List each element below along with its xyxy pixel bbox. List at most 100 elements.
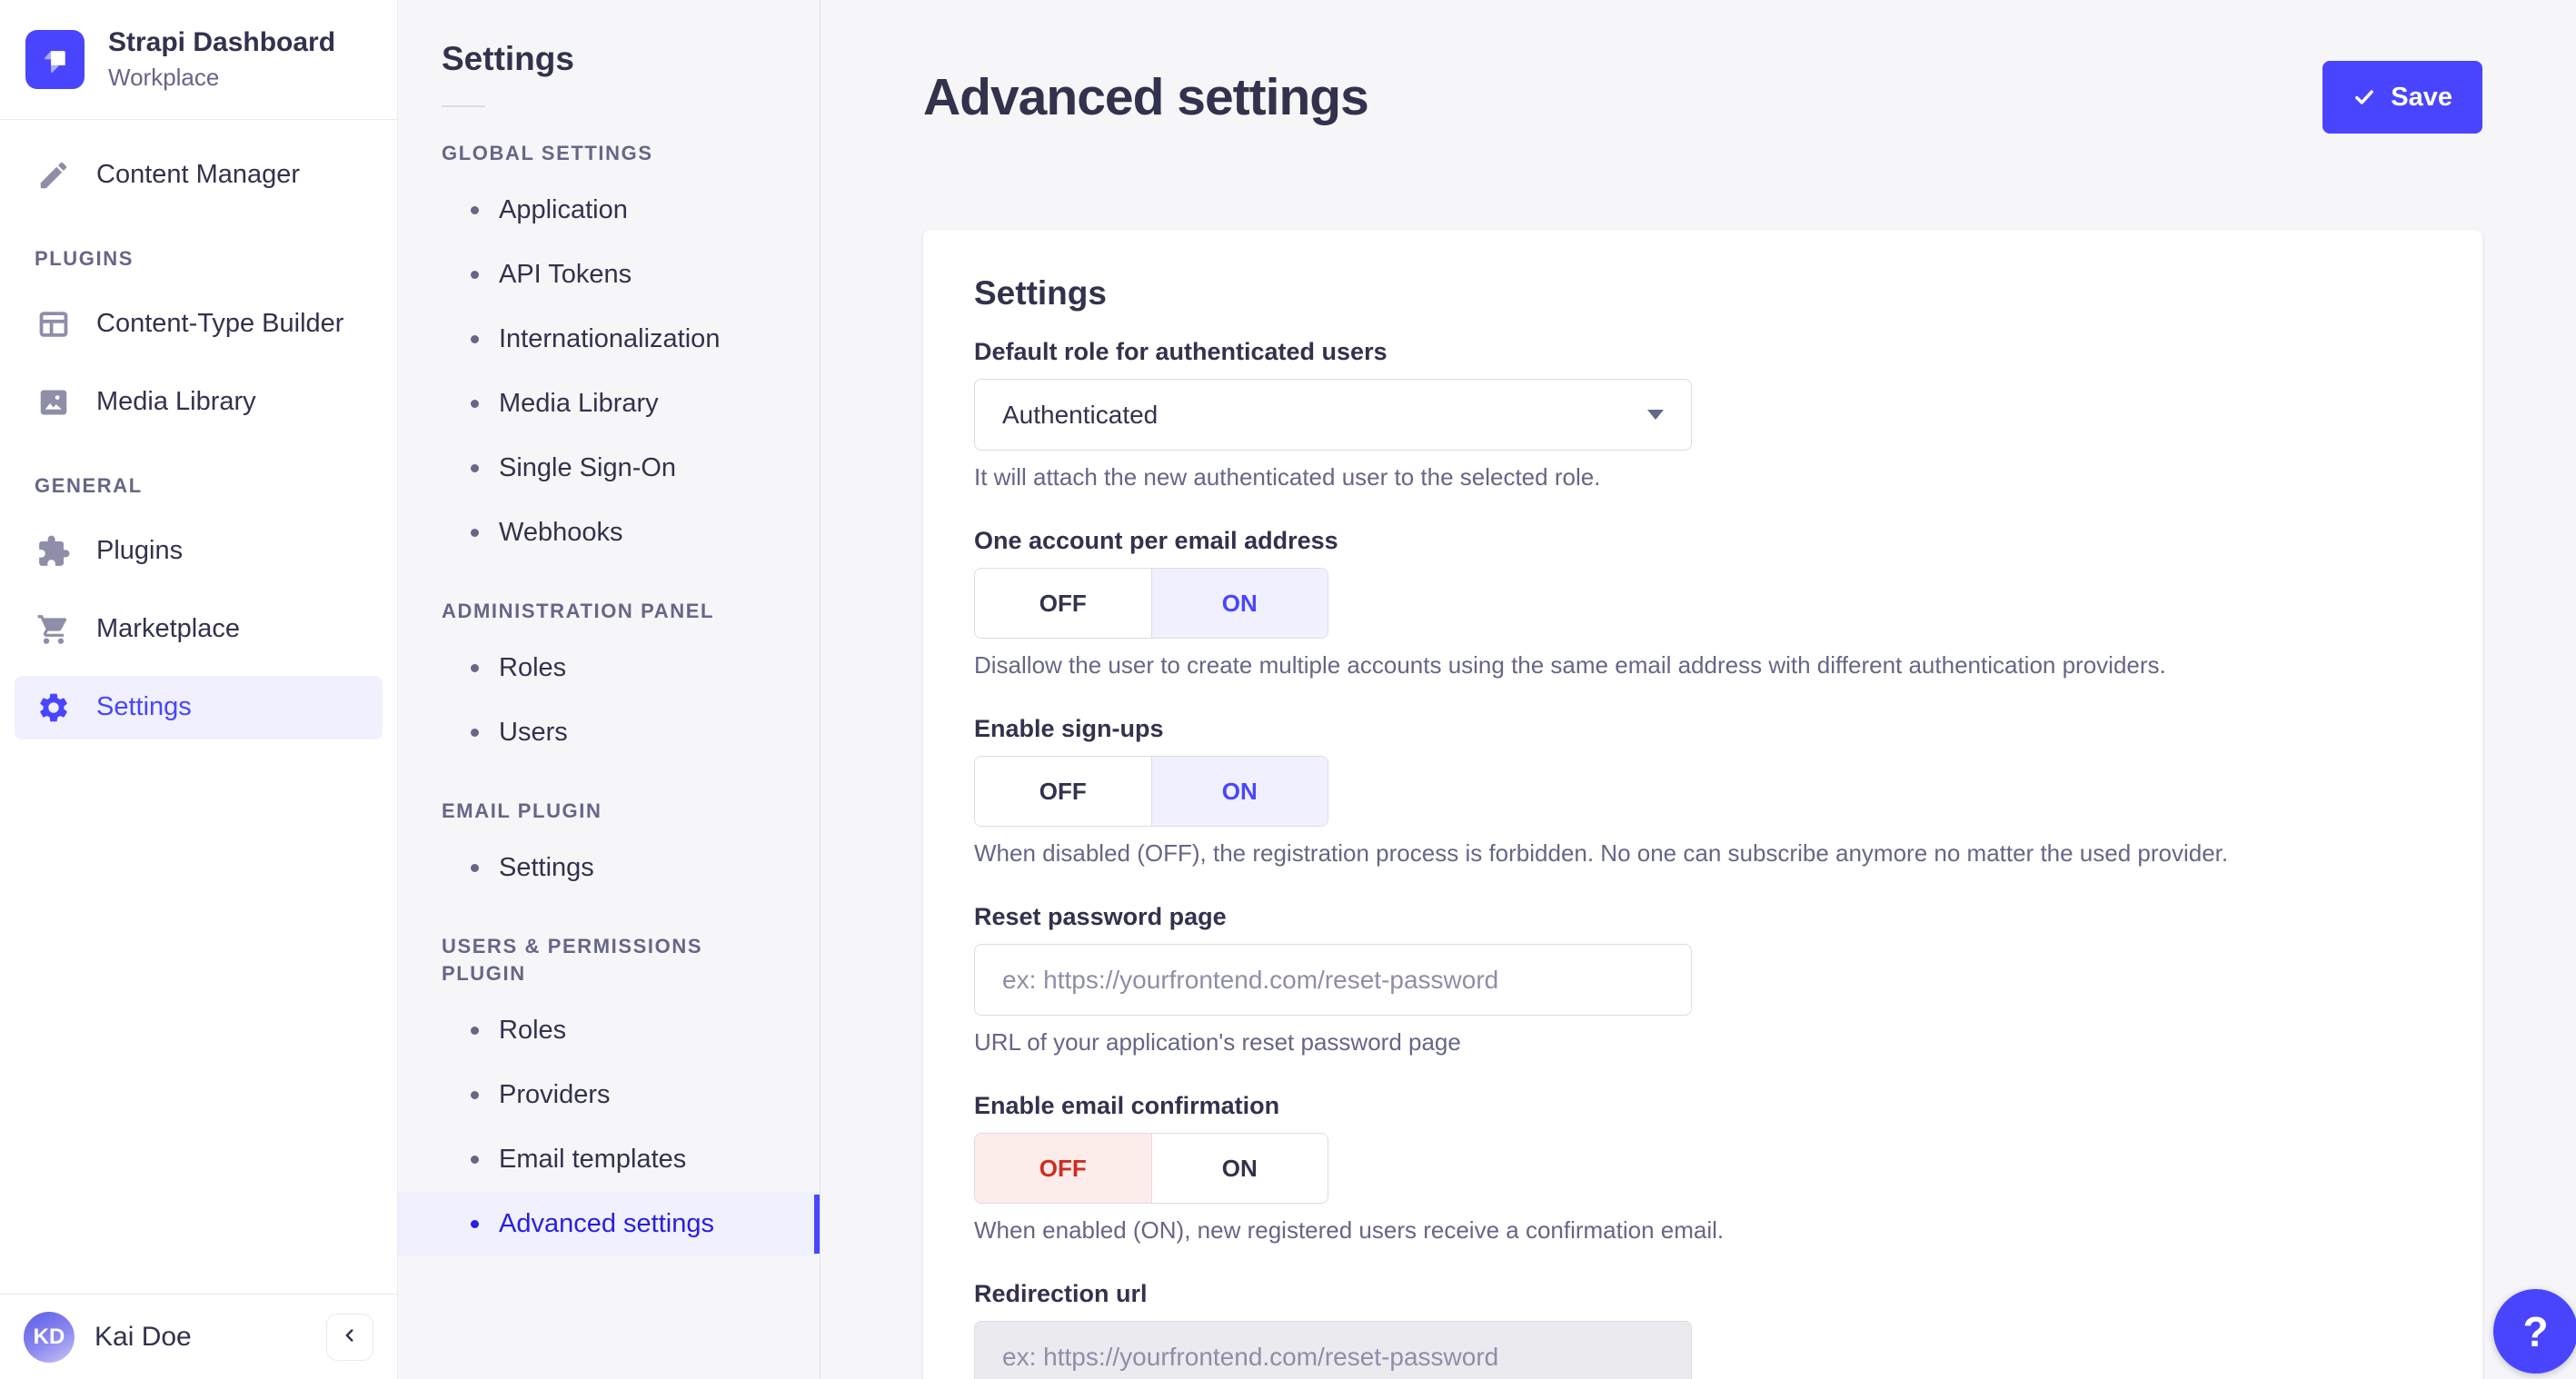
settings-subnav: Settings GLOBAL SETTINGS Application API…: [398, 0, 821, 1379]
user-block: KD Kai Doe: [0, 1294, 397, 1379]
sidebar-item-media-library[interactable]: Media Library: [15, 371, 383, 434]
field-default-role: Default role for authenticated users Aut…: [974, 338, 1692, 491]
bullet-icon: [471, 335, 479, 343]
subnav-item-media-library[interactable]: Media Library: [398, 372, 820, 436]
bullet-icon: [471, 1220, 479, 1228]
subnav-item-internationalization[interactable]: Internationalization: [398, 307, 820, 372]
toggle-off-option[interactable]: OFF: [975, 569, 1152, 638]
chevron-left-icon: [340, 1325, 360, 1348]
subnav-item-label: Application: [499, 195, 628, 224]
select-value: Authenticated: [1002, 400, 1159, 429]
subnav-section-users-permissions-plugin: USERS & PERMISSIONS PLUGIN: [442, 935, 703, 985]
subnav-item-label: Advanced settings: [499, 1209, 714, 1238]
enable-sign-ups-toggle: OFF ON: [974, 756, 1328, 827]
field-hint: URL of your application's reset password…: [974, 1028, 1461, 1056]
bullet-icon: [471, 864, 479, 872]
check-icon: [2352, 85, 2376, 109]
field-enable-sign-ups: Enable sign-ups OFF ON When disabled (OF…: [974, 715, 2228, 867]
subnav-item-up-providers[interactable]: Providers: [398, 1063, 820, 1127]
subnav-section-email-plugin: EMAIL PLUGIN: [442, 799, 602, 822]
sidebar-item-settings[interactable]: Settings: [15, 675, 383, 739]
card-title: Settings: [974, 274, 1107, 312]
collapse-sidebar-button[interactable]: [326, 1313, 373, 1361]
field-label: One account per email address: [974, 527, 1338, 554]
field-reset-password-page: Reset password page URL of your applicat…: [974, 903, 1692, 1056]
subnav-item-up-email-templates[interactable]: Email templates: [398, 1127, 820, 1192]
subnav-item-admin-users[interactable]: Users: [398, 700, 820, 765]
subnav-item-label: Settings: [499, 853, 594, 882]
subnav-item-label: Roles: [499, 1016, 567, 1045]
settings-card: Settings Default role for authenticated …: [923, 230, 2482, 1379]
workspace-switcher[interactable]: Strapi Dashboard Workplace: [0, 0, 397, 120]
reset-password-page-input[interactable]: [974, 944, 1692, 1016]
field-hint: Disallow the user to create multiple acc…: [974, 651, 2166, 679]
bullet-icon: [471, 400, 479, 408]
bullet-icon: [471, 1027, 479, 1035]
toggle-off-option[interactable]: OFF: [975, 1134, 1152, 1203]
field-label: Enable sign-ups: [974, 715, 1164, 742]
sidebar-item-label: Media Library: [96, 387, 256, 416]
chevron-down-icon: [1647, 410, 1664, 420]
toggle-off-option[interactable]: OFF: [975, 757, 1152, 826]
brand-text: Strapi Dashboard Workplace: [108, 27, 335, 92]
bullet-icon: [471, 1091, 479, 1099]
subnav-item-admin-roles[interactable]: Roles: [398, 636, 820, 700]
avatar[interactable]: KD: [24, 1311, 75, 1363]
bullet-icon: [471, 464, 479, 472]
content-type-builder-icon: [35, 305, 73, 343]
subnav-item-up-advanced-settings[interactable]: Advanced settings: [398, 1192, 820, 1256]
field-label: Reset password page: [974, 903, 1227, 930]
bullet-icon: [471, 664, 479, 672]
subnav-item-api-tokens[interactable]: API Tokens: [398, 243, 820, 307]
subnav-item-single-sign-on[interactable]: Single Sign-On: [398, 436, 820, 501]
sidebar-item-label: Marketplace: [96, 614, 240, 643]
subnav-item-label: Webhooks: [499, 518, 623, 547]
media-library-icon: [35, 383, 73, 422]
sidebar-item-label: Plugins: [96, 536, 184, 565]
redirection-url-input: [974, 1321, 1692, 1379]
field-one-account-per-email: One account per email address OFF ON Dis…: [974, 527, 2166, 679]
sidebar-item-label: Content-Type Builder: [96, 309, 344, 338]
enable-email-confirmation-toggle: OFF ON: [974, 1133, 1328, 1204]
main-sidebar: Strapi Dashboard Workplace Content Manag…: [0, 0, 398, 1379]
toggle-on-option[interactable]: ON: [1151, 569, 1328, 638]
subnav-item-label: Single Sign-On: [499, 453, 677, 482]
field-hint: It will attach the new authenticated use…: [974, 463, 1601, 491]
brand-title: Strapi Dashboard: [108, 27, 336, 57]
default-role-select[interactable]: Authenticated: [974, 379, 1692, 451]
toggle-on-option[interactable]: ON: [1151, 757, 1328, 826]
sidebar-item-label: Settings: [96, 692, 192, 721]
main-content: Advanced settings Save Settings Default …: [821, 0, 2576, 1379]
subnav-item-webhooks[interactable]: Webhooks: [398, 501, 820, 565]
bullet-icon: [471, 1156, 479, 1164]
content-manager-icon: [35, 156, 73, 194]
subnav-title: Settings: [442, 40, 574, 77]
toggle-on-option[interactable]: ON: [1151, 1134, 1328, 1203]
strapi-logo-icon: [25, 29, 85, 89]
save-button[interactable]: Save: [2322, 61, 2482, 134]
field-label: Redirection url: [974, 1280, 1148, 1307]
subnav-item-label: Users: [499, 718, 568, 747]
settings-gear-icon: [35, 689, 73, 727]
sidebar-item-marketplace[interactable]: Marketplace: [15, 598, 383, 661]
subnav-item-application[interactable]: Application: [398, 178, 820, 243]
subnav-section-administration-panel: ADMINISTRATION PANEL: [442, 600, 715, 622]
sidebar-section-plugins: PLUGINS: [35, 246, 134, 270]
bullet-icon: [471, 271, 479, 279]
field-label: Enable email confirmation: [974, 1092, 1280, 1119]
subnav-item-label: Internationalization: [499, 324, 721, 353]
subnav-section-global-settings: GLOBAL SETTINGS: [442, 142, 653, 164]
page-header: Advanced settings Save: [821, 0, 2576, 136]
subnav-item-up-roles[interactable]: Roles: [398, 998, 820, 1063]
sidebar-item-plugins[interactable]: Plugins: [15, 520, 383, 583]
field-label: Default role for authenticated users: [974, 338, 1387, 365]
subnav-item-email-settings[interactable]: Settings: [398, 836, 820, 900]
sidebar-item-label: Content Manager: [96, 160, 301, 189]
sidebar-item-content-manager[interactable]: Content Manager: [15, 144, 383, 207]
question-mark-icon: ?: [2522, 1307, 2549, 1355]
field-redirection-url: Redirection url: [974, 1280, 1692, 1379]
subnav-item-label: Roles: [499, 653, 567, 682]
user-name: Kai Doe: [94, 1321, 192, 1352]
help-button[interactable]: ?: [2493, 1289, 2576, 1374]
sidebar-item-content-type-builder[interactable]: Content-Type Builder: [15, 293, 383, 356]
